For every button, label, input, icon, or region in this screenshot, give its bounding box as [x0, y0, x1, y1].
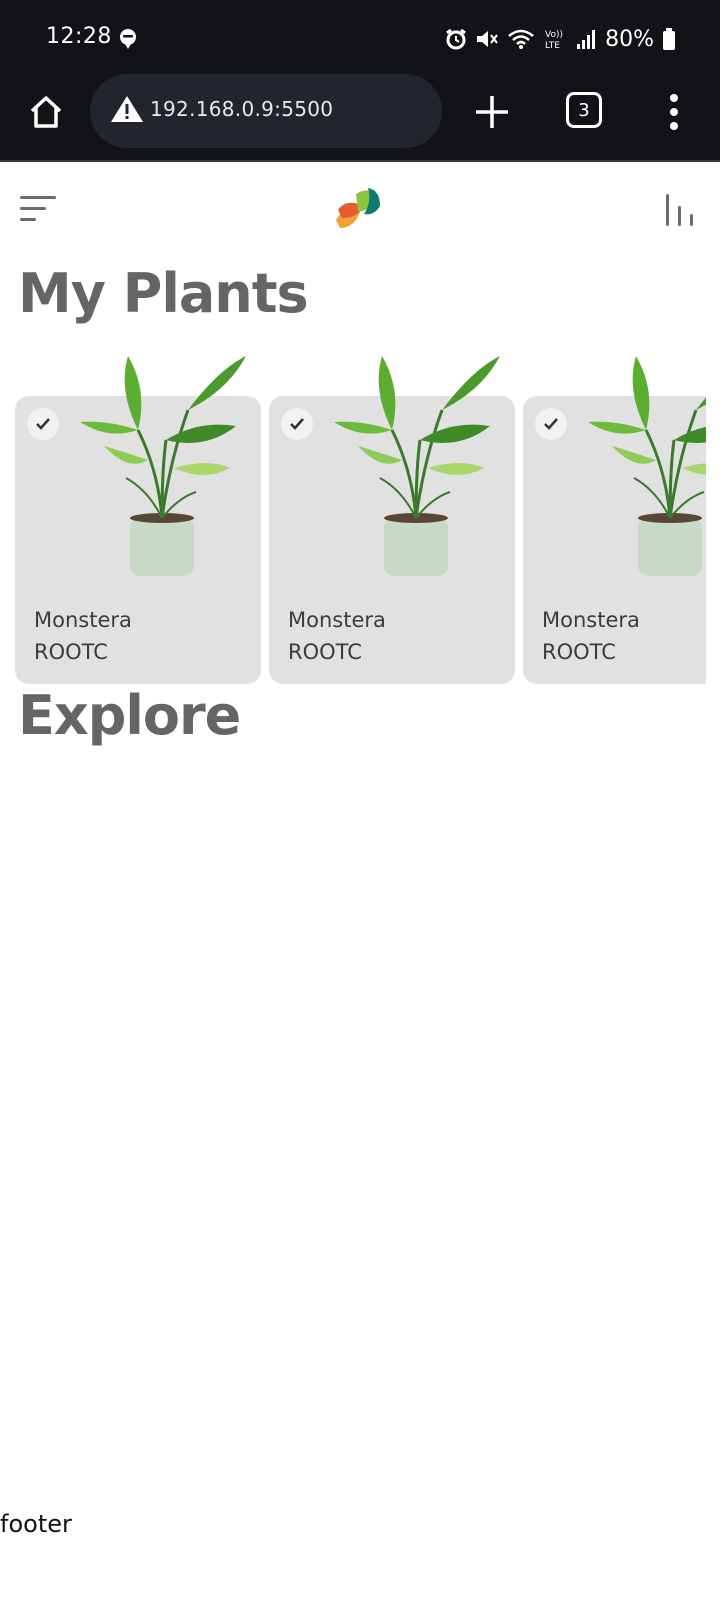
- check-icon: [544, 418, 558, 430]
- check-icon: [290, 418, 304, 430]
- browser-toolbar: 192.168.0.9:5500 3: [0, 74, 720, 162]
- tab-count: 3: [578, 99, 590, 121]
- plant-brand: ROOTC: [542, 640, 616, 664]
- plant-brand: ROOTC: [288, 640, 362, 664]
- plant-name: Monstera: [542, 608, 640, 632]
- explore-title: Explore: [18, 684, 241, 747]
- plant-name: Monstera: [288, 608, 386, 632]
- battery-level: 80%: [605, 26, 654, 52]
- plants-carousel[interactable]: Monstera ROOTC Monstera ROOTC Monstera R…: [0, 350, 706, 690]
- volte-icon: Vo)) LTE: [545, 30, 563, 51]
- message-icon: [120, 29, 136, 49]
- check-icon: [36, 418, 50, 430]
- check-button[interactable]: [281, 408, 313, 440]
- plant-image: [334, 356, 500, 576]
- plant-brand: ROOTC: [34, 640, 108, 664]
- more-icon[interactable]: [664, 92, 684, 132]
- menu-icon[interactable]: [20, 194, 58, 224]
- new-tab-button[interactable]: [470, 90, 514, 134]
- logo[interactable]: [334, 184, 384, 232]
- status-time: 12:28: [46, 24, 112, 49]
- plant-image: [80, 356, 246, 576]
- warning-icon[interactable]: [110, 94, 144, 124]
- battery-icon: [663, 28, 675, 50]
- check-button[interactable]: [535, 408, 567, 440]
- plant-name: Monstera: [34, 608, 132, 632]
- footer: footer: [0, 1510, 72, 1538]
- home-icon: [30, 96, 62, 128]
- url-text: 192.168.0.9:5500: [150, 97, 334, 121]
- status-bar: 12:28 Vo)) LTE 80%: [0, 0, 720, 78]
- plant-image: [588, 356, 706, 576]
- svg-text:LTE: LTE: [545, 41, 560, 51]
- signal-icon: [577, 30, 596, 49]
- wifi-icon: [508, 29, 534, 49]
- alarm-icon: [446, 28, 466, 50]
- my-plants-title: My Plants: [18, 262, 309, 325]
- tab-switcher-button[interactable]: 3: [566, 92, 602, 128]
- status-icons: Vo)) LTE 80%: [445, 24, 676, 54]
- address-bar[interactable]: 192.168.0.9:5500: [90, 74, 442, 148]
- check-button[interactable]: [27, 408, 59, 440]
- svg-text:Vo)): Vo)): [545, 30, 563, 40]
- home-button[interactable]: [24, 90, 68, 134]
- mute-icon: [477, 31, 498, 47]
- stats-icon[interactable]: [664, 192, 696, 228]
- app-header: [0, 162, 720, 252]
